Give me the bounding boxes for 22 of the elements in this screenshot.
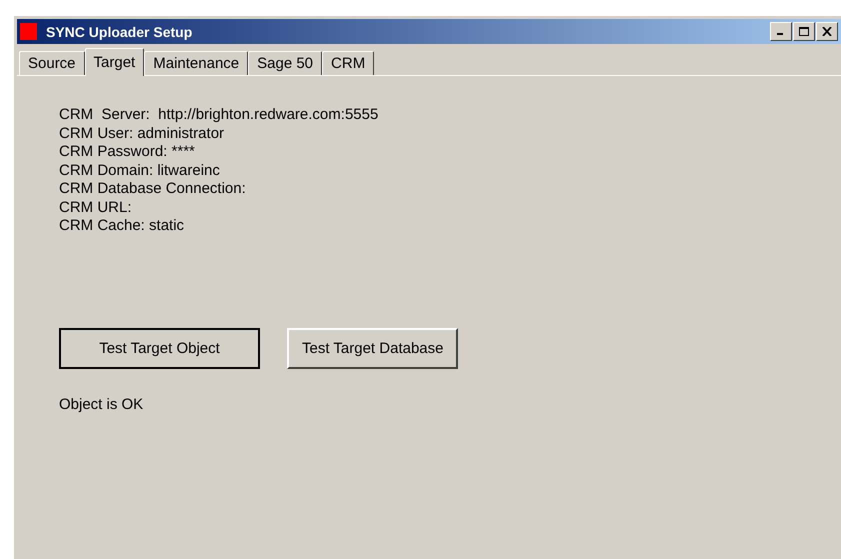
info-line: CRM User: administrator [59,124,226,143]
info-line: CRM Cache: static [59,217,186,236]
tab[interactable]: Target [84,48,144,76]
test-button[interactable]: Test Target Database [287,328,458,368]
info-line: CRM Domain: litwareinc [59,162,221,180]
app-icon [20,23,37,40]
test-button[interactable]: Test Target Object [59,328,260,368]
status-text: Object is OK [59,396,144,412]
close-button[interactable] [816,22,838,41]
info-line: CRM Password: **** [59,143,196,162]
tab[interactable]: Sage 50 [248,51,322,75]
window-title: SYNC Uploader Setup [46,24,194,40]
info-line: CRM Server: http://brighton.redware.com:5555 [59,106,380,124]
maximize-icon [799,27,809,36]
tab[interactable]: Source [19,51,85,75]
info-line: CRM URL: [59,198,133,217]
tab[interactable]: Maintenance [144,51,248,75]
maximize-button[interactable] [793,22,815,41]
minimize-button[interactable] [770,22,792,41]
close-icon [822,27,832,36]
tab[interactable]: CRM [322,51,374,75]
info-line: CRM Database Connection: [59,180,247,198]
